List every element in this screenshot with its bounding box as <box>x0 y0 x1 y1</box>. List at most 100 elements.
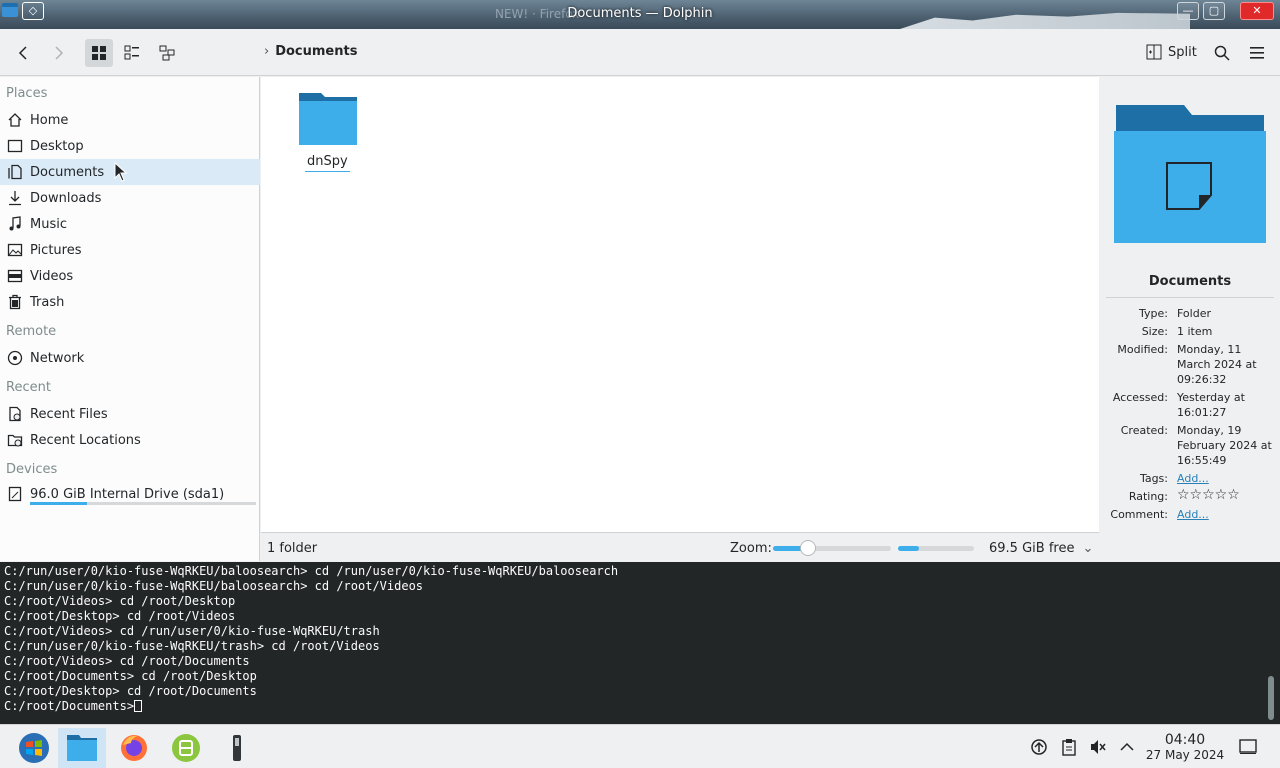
add-comment-link[interactable]: Add... <box>1177 507 1277 522</box>
volume-muted-icon <box>1091 740 1106 754</box>
drive-usage-bar <box>30 502 256 505</box>
info-key: Accessed: <box>1112 391 1168 404</box>
sidebar-item-label: Recent Files <box>30 406 108 422</box>
sidebar-item-label: Music <box>30 216 67 232</box>
documents-icon <box>6 163 24 181</box>
folder-preview-icon <box>1114 105 1266 243</box>
rating-stars[interactable]: ☆☆☆☆☆ <box>1177 488 1277 502</box>
menu-icon <box>1250 47 1264 59</box>
taskbar-app[interactable] <box>162 728 210 768</box>
tray-expand[interactable] <box>1117 737 1137 757</box>
sidebar-item-label: Network <box>30 350 85 366</box>
remote-header: Remote <box>6 324 57 339</box>
icons-view-button[interactable] <box>85 39 113 67</box>
taskbar-dolphin[interactable] <box>58 728 106 768</box>
sidebar-item-label: Documents <box>30 164 105 180</box>
maximize-button[interactable]: ▢ <box>1203 2 1225 20</box>
breadcrumb[interactable]: › Documents <box>264 44 357 59</box>
back-button[interactable] <box>10 39 38 67</box>
search-icon <box>1214 45 1230 61</box>
details-view-button[interactable] <box>118 39 146 67</box>
terminal-line: C:/run/user/0/kio-fuse-WqRKEU/baloosearc… <box>4 564 619 578</box>
zoom-slider-handle[interactable] <box>800 540 817 556</box>
file-view[interactable]: dnSpy <box>261 77 1099 532</box>
tree-view-button[interactable] <box>153 39 181 67</box>
terminal-line: C:/run/user/0/kio-fuse-WqRKEU/baloosearc… <box>4 579 424 593</box>
chevron-right-icon: › <box>264 44 270 59</box>
tray-clipboard[interactable] <box>1059 737 1079 757</box>
mouse-cursor-icon <box>114 162 128 182</box>
sidebar-item-recent-files[interactable]: Recent Files <box>0 401 260 427</box>
sidebar-item-label: Home <box>30 112 69 128</box>
sidebar-item-documents[interactable]: Documents <box>0 159 260 185</box>
breadcrumb-documents[interactable]: Documents <box>275 44 357 59</box>
music-icon <box>6 215 24 233</box>
folder-name[interactable]: dnSpy <box>305 154 350 172</box>
sidebar-item-videos[interactable]: Videos <box>0 263 260 289</box>
info-value: 1 item <box>1177 325 1213 338</box>
home-icon <box>6 111 24 129</box>
free-space-button[interactable]: 69.5 GiB free ⌄ <box>989 541 1093 556</box>
clock-time: 04:40 <box>1164 732 1206 748</box>
split-label: Split <box>1168 44 1197 60</box>
places-panel: Places Home Desktop Documents Downloads … <box>0 77 260 561</box>
sidebar-item-music[interactable]: Music <box>0 211 260 237</box>
taskbar-firefox[interactable] <box>110 728 158 768</box>
free-space-label: 69.5 GiB free <box>989 541 1075 556</box>
sidebar-item-trash[interactable]: Trash <box>0 289 260 315</box>
close-button[interactable]: ✕ <box>1240 2 1274 20</box>
tree-view-icon <box>159 45 175 61</box>
info-key: Type: <box>1139 307 1168 320</box>
recent-files-icon <box>6 405 24 423</box>
title-bar: ◇ NEW! · Firefox Documents — Dolphin — ▢… <box>0 0 1280 29</box>
sidebar-item-network[interactable]: Network <box>0 345 260 371</box>
start-menu-button[interactable] <box>10 728 58 768</box>
add-tags-link[interactable]: Add... <box>1177 471 1277 486</box>
info-value: Yesterday at 16:01:27 <box>1177 391 1245 419</box>
zoom-label: Zoom: <box>730 541 772 556</box>
sidebar-item-label: Recent Locations <box>30 432 141 448</box>
drive-usage-fill <box>30 502 87 505</box>
sidebar-item-home[interactable]: Home <box>0 107 260 133</box>
recent-header: Recent <box>6 380 51 395</box>
forward-icon <box>55 46 64 60</box>
terminal-line: C:/root/Videos> cd /run/user/0/kio-fuse-… <box>4 624 380 638</box>
sidebar-item-label: Videos <box>30 268 74 284</box>
zoom-slider[interactable] <box>773 540 891 556</box>
info-value: Folder <box>1177 307 1211 320</box>
terminal-scrollbar[interactable] <box>1268 676 1274 720</box>
info-key: Rating: <box>1128 490 1168 503</box>
sidebar-item-label: Pictures <box>30 242 82 258</box>
minimize-button[interactable]: — <box>1177 2 1199 20</box>
info-key: Comment: <box>1110 508 1168 521</box>
chevron-up-icon <box>1120 742 1134 751</box>
free-space-fill <box>898 546 919 551</box>
search-button[interactable] <box>1208 39 1236 67</box>
terminal-cursor <box>134 700 143 712</box>
terminal-line: C:/root/Documents> cd /root/Desktop <box>4 669 257 683</box>
terminal-panel[interactable]: C:/run/user/0/kio-fuse-WqRKEU/baloosearc… <box>0 562 1280 724</box>
tray-network[interactable] <box>1029 737 1049 757</box>
folder-item-dnspy[interactable] <box>299 93 357 145</box>
tray-volume[interactable] <box>1088 737 1108 757</box>
information-panel: Documents Type: Folder Size: 1 item Modifi… <box>1100 77 1280 562</box>
menu-button[interactable] <box>1243 39 1271 67</box>
trash-icon <box>6 293 24 311</box>
terminal-prompt-line[interactable]: C:/root/Documents> <box>4 699 1280 714</box>
sidebar-item-desktop[interactable]: Desktop <box>0 133 260 159</box>
window-title: Documents — Dolphin <box>567 6 713 21</box>
split-button[interactable]: Split <box>1146 44 1197 60</box>
taskbar-terminal[interactable] <box>213 728 261 768</box>
clipboard-icon <box>1062 739 1076 756</box>
terminal-line: C:/root/Desktop> cd /root/Videos <box>4 609 236 623</box>
divider <box>1106 297 1274 298</box>
info-key: Size: <box>1141 325 1168 338</box>
forward-button[interactable] <box>44 39 72 67</box>
show-desktop-button[interactable] <box>1238 737 1258 757</box>
sidebar-item-recent-locations[interactable]: Recent Locations <box>0 427 260 453</box>
clock[interactable]: 04:40 27 May 2024 <box>1142 732 1228 763</box>
sidebar-item-pictures[interactable]: Pictures <box>0 237 260 263</box>
sidebar-item-label: Desktop <box>30 138 84 154</box>
sidebar-item-downloads[interactable]: Downloads <box>0 185 260 211</box>
folder-icon <box>299 93 357 145</box>
